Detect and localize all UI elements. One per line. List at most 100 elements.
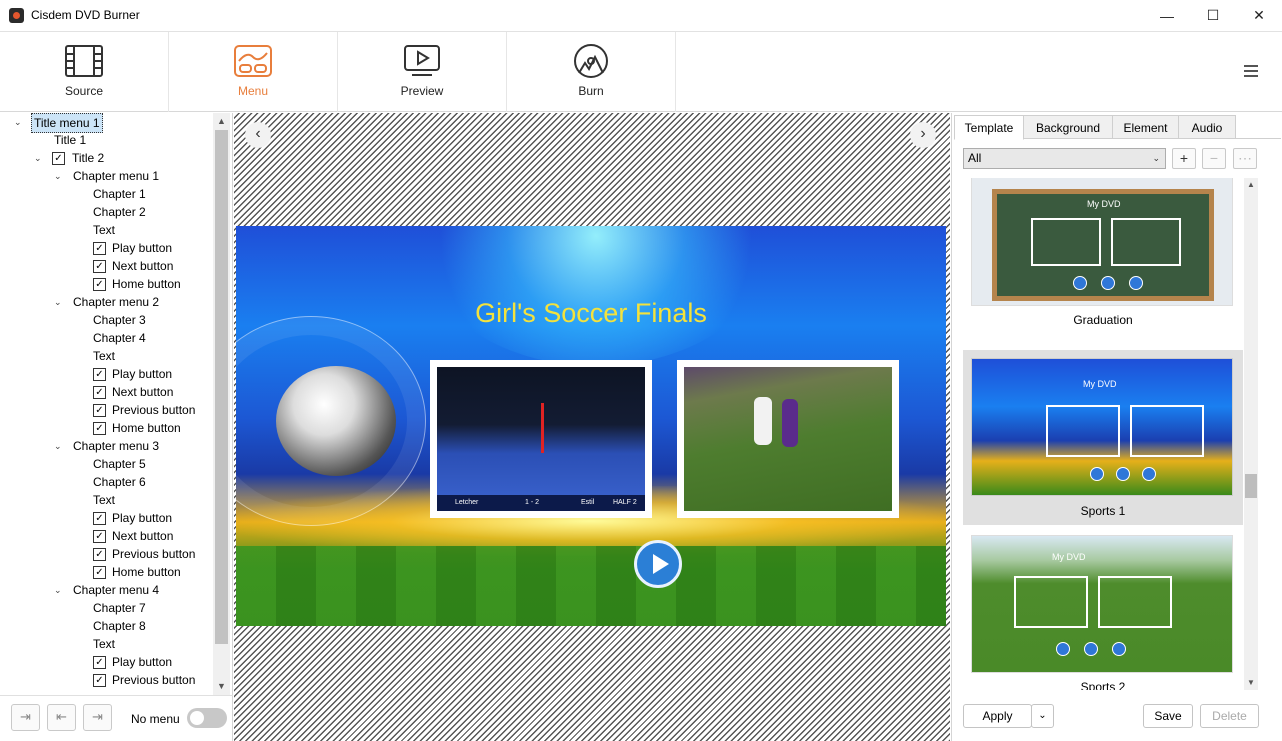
tree-node[interactable]: Text bbox=[93, 491, 115, 509]
chevron-down-icon[interactable]: ⌄ bbox=[54, 293, 64, 311]
scroll-down-icon[interactable]: ▼ bbox=[213, 678, 230, 695]
tree-node[interactable]: Chapter 4 bbox=[93, 329, 146, 347]
template-name: Graduation bbox=[1073, 313, 1133, 327]
chalkboard: My DVD bbox=[992, 189, 1214, 301]
tree-node[interactable]: Chapter 7 bbox=[93, 599, 146, 617]
scroll-up-icon[interactable]: ▲ bbox=[1244, 178, 1258, 192]
tab-element[interactable]: Element bbox=[1112, 115, 1179, 139]
chapter-thumbnail-1[interactable]: Letcher 1 - 2 Estil HALF 2 bbox=[430, 360, 652, 518]
chevron-down-icon[interactable]: ⌄ bbox=[34, 149, 44, 167]
soccer-ball bbox=[276, 366, 396, 476]
film-icon bbox=[65, 45, 103, 77]
chevron-down-icon[interactable]: ⌄ bbox=[14, 113, 24, 131]
tree-node[interactable]: Chapter 3 bbox=[93, 311, 146, 329]
menu-tab-label: Menu bbox=[237, 84, 269, 98]
tree-checkbox[interactable]: ✓ bbox=[93, 566, 106, 579]
tree-checkbox[interactable]: ✓ bbox=[93, 242, 106, 255]
prev-icon bbox=[1056, 642, 1070, 656]
no-menu-toggle[interactable] bbox=[187, 708, 227, 728]
chevron-right-icon[interactable]: › bbox=[910, 122, 936, 148]
tree-checkbox[interactable]: ✓ bbox=[93, 422, 106, 435]
tree-checkbox[interactable]: ✓ bbox=[52, 152, 65, 165]
tree-checkbox[interactable]: ✓ bbox=[93, 404, 106, 417]
apply-options-chevron-icon[interactable]: ⌄ bbox=[1031, 704, 1054, 728]
add-template-button[interactable]: + bbox=[1172, 148, 1196, 169]
apply-button[interactable]: Apply bbox=[963, 704, 1032, 728]
menu-tab[interactable]: Menu bbox=[169, 32, 338, 112]
source-tab[interactable]: Source bbox=[0, 32, 169, 112]
tree-checkbox[interactable]: ✓ bbox=[93, 386, 106, 399]
menu-canvas[interactable]: Girl's Soccer Finals Letcher 1 - 2 Estil… bbox=[236, 226, 946, 626]
move-out-icon[interactable]: ⇥ bbox=[83, 704, 112, 731]
play-button-icon[interactable] bbox=[634, 540, 682, 588]
tree-node[interactable]: Chapter 8 bbox=[93, 617, 146, 635]
tab-background[interactable]: Background bbox=[1023, 115, 1113, 139]
tree-checkbox[interactable]: ✓ bbox=[93, 260, 106, 273]
tree-node[interactable]: Chapter 6 bbox=[93, 473, 146, 491]
tree-node[interactable]: Text bbox=[93, 347, 115, 365]
tree-scrollbar[interactable]: ▲ ▼ bbox=[213, 113, 230, 695]
player-figure bbox=[782, 399, 798, 447]
chevron-down-icon[interactable]: ⌄ bbox=[54, 437, 64, 455]
spotlight-glow bbox=[416, 226, 776, 366]
template-item-sports-1[interactable]: My DVD Sports 1 bbox=[963, 350, 1243, 525]
template-filter-select[interactable]: All ⌄ bbox=[963, 148, 1166, 169]
save-button[interactable]: Save bbox=[1143, 704, 1193, 728]
scroll-up-icon[interactable]: ▲ bbox=[213, 113, 230, 130]
menu-preview-area: ‹ › Girl's Soccer Finals Letcher 1 - 2 E… bbox=[234, 113, 950, 741]
chevron-down-icon[interactable]: ⌄ bbox=[54, 167, 64, 185]
tab-template[interactable]: Template bbox=[954, 115, 1024, 140]
chapter-thumbnail-2[interactable] bbox=[677, 360, 899, 518]
move-in-icon[interactable]: ⇤ bbox=[47, 704, 76, 731]
tree-checkbox[interactable]: ✓ bbox=[93, 368, 106, 381]
tree-checkbox[interactable]: ✓ bbox=[93, 530, 106, 543]
placeholder-frame bbox=[1098, 576, 1172, 628]
template-item-graduation[interactable]: My DVD Graduation bbox=[963, 178, 1243, 340]
burn-tab-label: Burn bbox=[578, 84, 604, 98]
chevron-down-icon[interactable]: ⌄ bbox=[54, 581, 64, 599]
template-name: Sports 1 bbox=[1080, 504, 1126, 518]
export-icon[interactable]: ⇥ bbox=[11, 704, 40, 731]
chapter-image-1: Letcher 1 - 2 Estil HALF 2 bbox=[437, 367, 645, 511]
template-name: Sports 2 bbox=[1080, 680, 1126, 690]
remove-template-button[interactable]: − bbox=[1202, 148, 1226, 169]
window-title: Cisdem DVD Burner bbox=[31, 8, 140, 22]
template-scrollbar[interactable]: ▲ ▼ bbox=[1244, 178, 1258, 690]
scrollbar-thumb[interactable] bbox=[1245, 474, 1257, 498]
tree-node[interactable]: Chapter 1 bbox=[93, 185, 146, 203]
more-template-button[interactable]: ⋯ bbox=[1233, 148, 1257, 169]
maximize-button[interactable]: ☐ bbox=[1190, 0, 1236, 31]
tab-audio[interactable]: Audio bbox=[1178, 115, 1236, 139]
scoreboard: Letcher 1 - 2 Estil HALF 2 bbox=[437, 495, 645, 511]
menu-structure-panel: ⌄ Title menu 1 Title 1 ⌄ ✓ Title 2 ⌄ Chapter… bbox=[0, 113, 233, 741]
scrollbar-thumb[interactable] bbox=[215, 130, 228, 644]
play-icon bbox=[1116, 467, 1130, 481]
close-button[interactable]: ✕ bbox=[1236, 0, 1282, 31]
template-item-sports-2[interactable]: My DVD Sports 2 bbox=[963, 535, 1243, 690]
placeholder-frame bbox=[1130, 405, 1204, 457]
play-icon bbox=[1101, 276, 1115, 290]
tree-node[interactable]: Text bbox=[93, 635, 115, 653]
tree-node[interactable]: Chapter 5 bbox=[93, 455, 146, 473]
menu-title-text[interactable]: Girl's Soccer Finals bbox=[236, 298, 946, 329]
tree-node[interactable]: Chapter 2 bbox=[93, 203, 146, 221]
minimize-button[interactable]: — bbox=[1144, 0, 1190, 31]
chevron-down-icon: ⌄ bbox=[1152, 153, 1160, 163]
tree-checkbox[interactable]: ✓ bbox=[93, 674, 106, 687]
tree-checkbox[interactable]: ✓ bbox=[93, 548, 106, 561]
tree-checkbox[interactable]: ✓ bbox=[93, 512, 106, 525]
tree-node[interactable]: Text bbox=[93, 221, 115, 239]
burn-tab[interactable]: Burn bbox=[507, 32, 676, 112]
tree-node[interactable]: Title 1 bbox=[54, 131, 86, 149]
chevron-left-icon[interactable]: ‹ bbox=[245, 122, 271, 148]
scroll-down-icon[interactable]: ▼ bbox=[1244, 676, 1258, 690]
next-icon bbox=[1112, 642, 1126, 656]
play-icon bbox=[1084, 642, 1098, 656]
tree-checkbox[interactable]: ✓ bbox=[93, 656, 106, 669]
preview-tab[interactable]: Preview bbox=[338, 32, 507, 112]
title-bar: Cisdem DVD Burner — ☐ ✕ bbox=[0, 0, 1282, 31]
prev-icon bbox=[1073, 276, 1087, 290]
hamburger-menu-icon[interactable] bbox=[1244, 65, 1258, 77]
tree-checkbox[interactable]: ✓ bbox=[93, 278, 106, 291]
delete-button[interactable]: Delete bbox=[1200, 704, 1259, 728]
